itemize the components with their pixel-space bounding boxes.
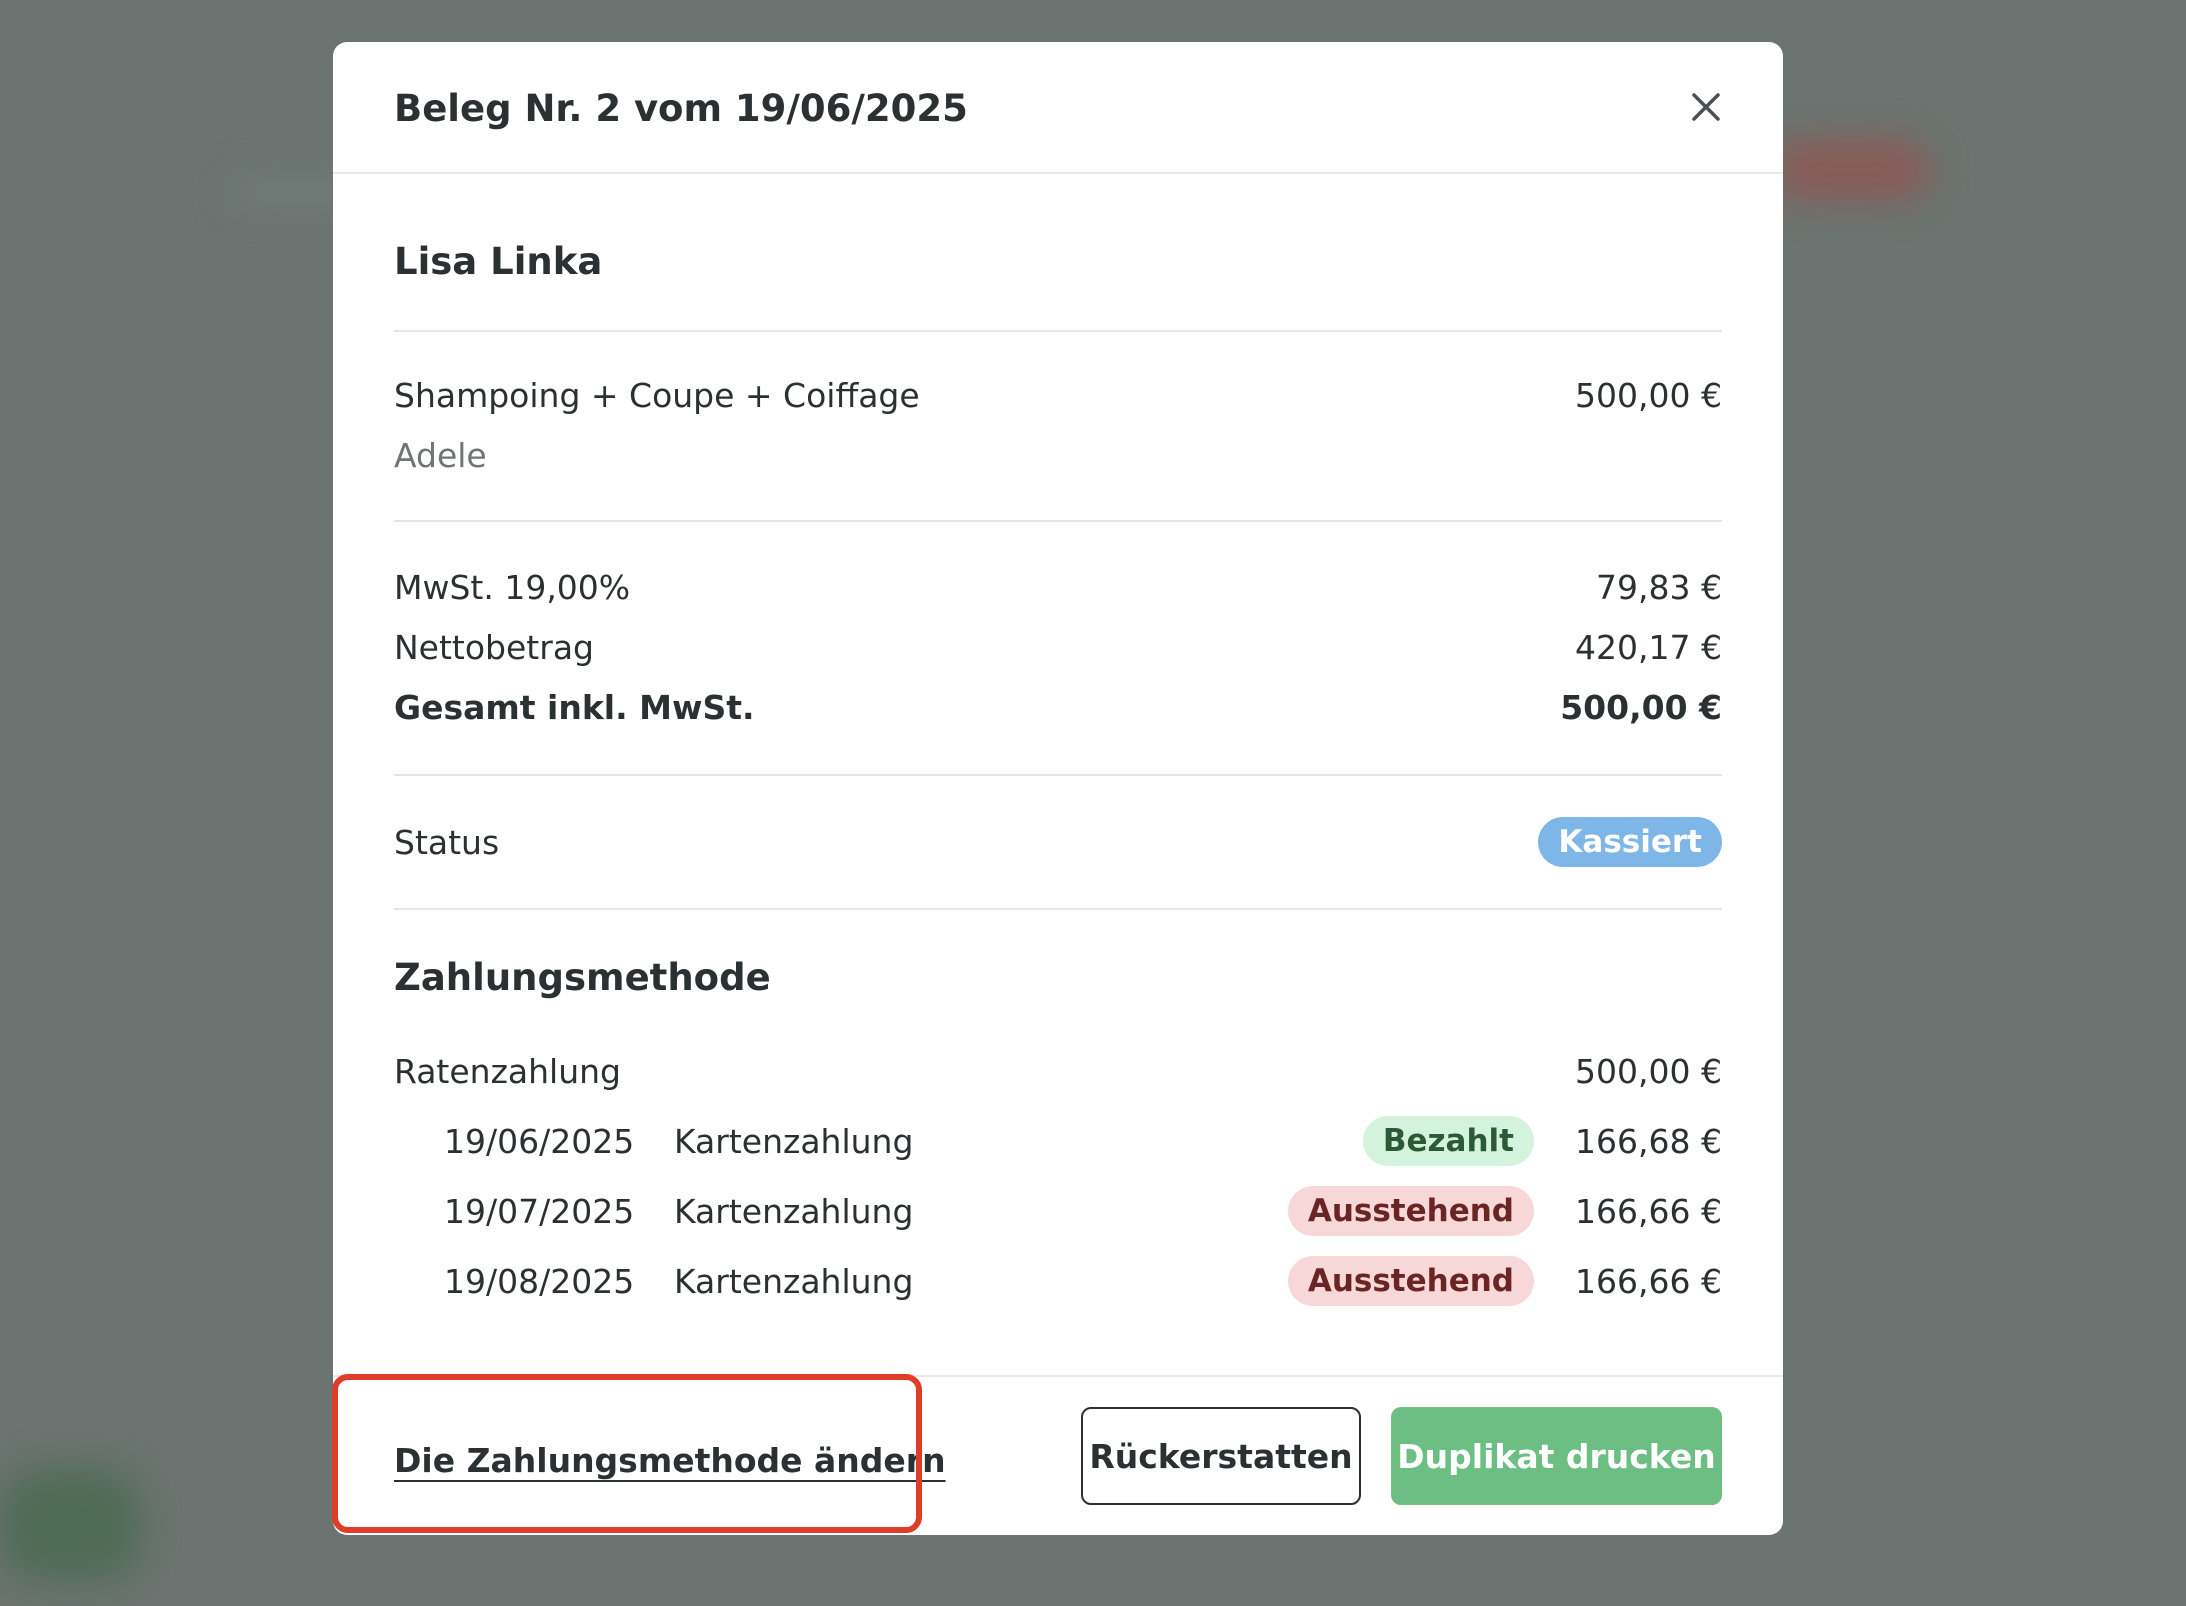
installment-amount: 166,66 €: [1575, 1191, 1722, 1231]
vat-value: 79,83 €: [1596, 568, 1722, 607]
installment-method: Kartenzahlung: [674, 1261, 914, 1301]
payment-method-row: Ratenzahlung 500,00 €: [394, 1050, 1722, 1094]
installment-amount: 166,66 €: [1575, 1261, 1722, 1301]
total-label: Gesamt inkl. MwSt.: [394, 688, 755, 727]
installment-method: Kartenzahlung: [674, 1121, 914, 1161]
refund-button[interactable]: Rückerstatten: [1081, 1407, 1361, 1505]
installment-status-badge: Ausstehend: [1287, 1256, 1534, 1306]
customer-name: Lisa Linka: [394, 174, 1722, 332]
net-value: 420,17 €: [1575, 628, 1722, 667]
close-icon: [1692, 93, 1720, 121]
installment-status-badge: Bezahlt: [1362, 1116, 1534, 1166]
payment-method-name: Ratenzahlung: [394, 1052, 621, 1091]
modal-footer: Die Zahlungsmethode ändern Rückerstatten…: [333, 1375, 1783, 1535]
installment-row: 19/06/2025 Kartenzahlung Bezahlt 166,68 …: [394, 1116, 1722, 1166]
installment-method: Kartenzahlung: [674, 1191, 914, 1231]
service-line: Shampoing + Coupe + Coiffage 500,00 € Ad…: [394, 332, 1722, 522]
total-value: 500,00 €: [1560, 688, 1722, 727]
installment-date: 19/07/2025: [444, 1191, 635, 1231]
installment-amount: 166,68 €: [1575, 1121, 1722, 1161]
print-duplicate-button[interactable]: Duplikat drucken: [1391, 1407, 1722, 1505]
vat-label: MwSt. 19,00%: [394, 568, 631, 607]
installment-row: 19/08/2025 Kartenzahlung Ausstehend 166,…: [394, 1256, 1722, 1306]
service-price: 500,00 €: [1575, 376, 1722, 415]
payment-method-title: Zahlungsmethode: [394, 956, 771, 999]
service-name: Shampoing + Coupe + Coiffage: [394, 376, 920, 415]
background-blur-red: [1770, 140, 1930, 200]
payment-method-amount: 500,00 €: [1575, 1052, 1722, 1091]
service-staff: Adele: [394, 436, 487, 475]
receipt-modal: Beleg Nr. 2 vom 19/06/2025 Lisa Linka Sh…: [333, 42, 1783, 1535]
installment-date: 19/06/2025: [444, 1121, 635, 1161]
installment-row: 19/07/2025 Kartenzahlung Ausstehend 166,…: [394, 1186, 1722, 1236]
totals-section: MwSt. 19,00% 79,83 € Nettobetrag 420,17 …: [394, 522, 1722, 776]
background-blur-green: [0, 1470, 140, 1580]
status-badge: Kassiert: [1538, 817, 1722, 867]
modal-header: Beleg Nr. 2 vom 19/06/2025: [333, 42, 1783, 174]
change-payment-method-link[interactable]: Die Zahlungsmethode ändern: [394, 1441, 946, 1480]
net-label: Nettobetrag: [394, 628, 594, 667]
close-button[interactable]: [1682, 83, 1730, 131]
status-row: Status Kassiert: [394, 776, 1722, 910]
installment-status-badge: Ausstehend: [1287, 1186, 1534, 1236]
installment-date: 19/08/2025: [444, 1261, 635, 1301]
status-label: Status: [394, 822, 500, 862]
installment-list: 19/06/2025 Kartenzahlung Bezahlt 166,68 …: [394, 1116, 1722, 1306]
modal-title: Beleg Nr. 2 vom 19/06/2025: [394, 86, 968, 130]
modal-body: Lisa Linka Shampoing + Coupe + Coiffage …: [333, 174, 1783, 1306]
